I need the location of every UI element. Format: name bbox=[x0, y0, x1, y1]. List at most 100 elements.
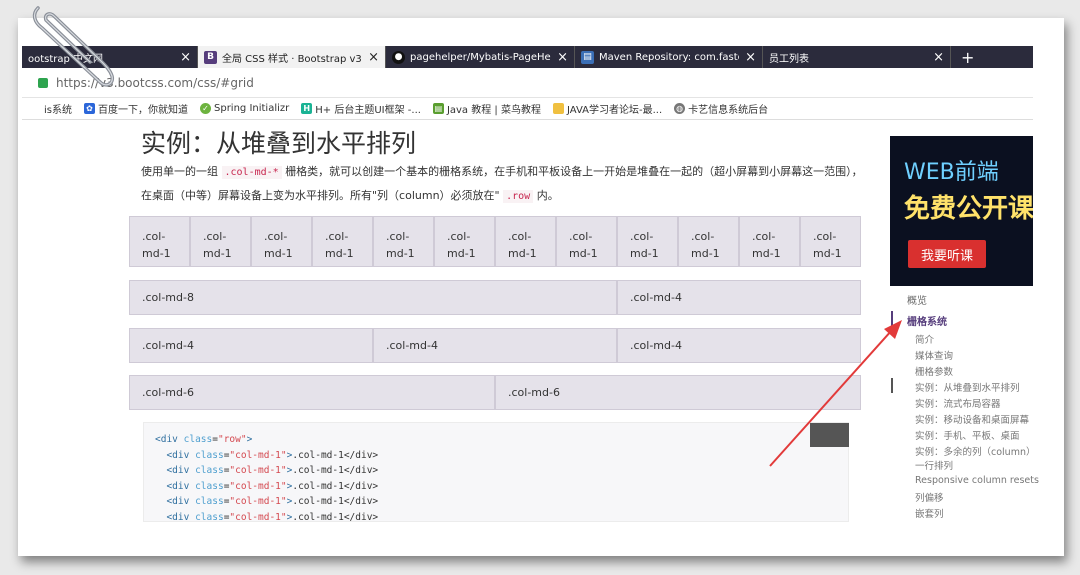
bookmark-item[interactable]: ◍ 卡艺信息系统后台 bbox=[674, 101, 768, 116]
code-line: <div class="col-md-1">.col-md-1</div> bbox=[166, 496, 379, 508]
code-line: <div class="col-md-1">.col-md-1</div> bbox=[166, 449, 379, 461]
code-attr: class bbox=[195, 496, 224, 508]
bookmark-item[interactable]: JAVA学习者论坛-最... bbox=[552, 101, 663, 116]
sidenav-subitem[interactable]: 一行排列 bbox=[915, 458, 953, 472]
grid-cell: .col-md-4 bbox=[373, 328, 617, 363]
grid-cell: .col-md-4 bbox=[617, 280, 861, 315]
close-icon[interactable]: × bbox=[557, 50, 568, 65]
address-bar[interactable]: https://v3.bootcss.com/css/#grid bbox=[22, 68, 1033, 98]
grid-row-6-6: .col-md-6 .col-md-6 bbox=[129, 375, 861, 410]
code-line: <div class="col-md-1">.col-md-1</div> bbox=[166, 465, 379, 477]
grid-row-4-4-4: .col-md-4 .col-md-4 .col-md-4 bbox=[129, 328, 861, 363]
baidu-icon: ✿ bbox=[84, 103, 95, 114]
grid-cell: .col-md-6 bbox=[495, 375, 861, 410]
grid-cell: .col-md-1 bbox=[617, 216, 678, 267]
code-attr: class bbox=[195, 511, 224, 522]
tab-employee-list[interactable]: 员工列表 × bbox=[763, 46, 951, 68]
code-string: "col-md-1" bbox=[229, 465, 287, 477]
bookmark-item[interactable]: H H+ 后台主题UI框架 -... bbox=[301, 101, 421, 116]
bookmark-item[interactable]: ▤ Java 教程 | 菜鸟教程 bbox=[432, 101, 541, 116]
sidenav-item-overview[interactable]: 概览 bbox=[907, 292, 927, 307]
bookmark-label: 百度一下，你就知道 bbox=[98, 105, 188, 116]
copy-button[interactable] bbox=[810, 423, 849, 447]
grid-cell: .col-md-1 bbox=[251, 216, 312, 267]
close-icon[interactable]: × bbox=[368, 50, 379, 65]
sidenav-subitem[interactable]: 实例：移动设备和桌面屏幕 bbox=[915, 412, 1029, 426]
hplus-icon: H bbox=[301, 103, 313, 114]
page-title: 实例：从堆叠到水平排列 bbox=[141, 129, 417, 158]
sidenav-current-marker bbox=[891, 378, 893, 393]
paperclip-icon bbox=[32, 6, 115, 87]
inline-code: .row bbox=[503, 190, 534, 203]
code-text: .col-md-1</div> bbox=[292, 449, 379, 461]
code-attr: class bbox=[183, 434, 213, 445]
bookmarks-bar: is系统 ✿ 百度一下，你就知道 ✓ Spring Initializr H H… bbox=[22, 98, 1033, 120]
sidenav-subitem[interactable]: 栅格参数 bbox=[915, 364, 953, 378]
close-icon[interactable]: × bbox=[180, 50, 191, 65]
desc-text: 内。 bbox=[536, 189, 559, 202]
folder-icon bbox=[552, 103, 564, 114]
tab-label: pagehelper/Mybatis-PageHe bbox=[410, 51, 551, 63]
code-string: "row" bbox=[217, 434, 247, 445]
sidenav-subitem[interactable]: 实例：流式布局容器 bbox=[915, 396, 1001, 410]
inline-code: .col-md-* bbox=[221, 166, 282, 179]
tab-label: 员工列表 bbox=[769, 53, 809, 65]
sidenav-subitem[interactable]: Responsive column resets bbox=[915, 475, 1039, 486]
tab-github-pagehelper[interactable]: ● pagehelper/Mybatis-PageHe × bbox=[386, 46, 575, 68]
bookmark-item[interactable]: ✿ 百度一下，你就知道 bbox=[84, 101, 188, 116]
grid-cell: .col-md-4 bbox=[617, 328, 861, 363]
ad-button[interactable]: 我要听课 bbox=[908, 240, 986, 268]
grid-cell: .col-md-6 bbox=[129, 375, 495, 410]
code-tag: <div bbox=[166, 465, 190, 477]
browser-tab-bar: ootstrap 中文网 × B 全局 CSS 样式 · Bootstrap v… bbox=[22, 46, 1033, 68]
sidenav-subitem[interactable]: 简介 bbox=[915, 332, 934, 346]
close-icon[interactable]: × bbox=[933, 50, 944, 65]
tab-bootstrap-css[interactable]: B 全局 CSS 样式 · Bootstrap v3 中 × bbox=[198, 46, 386, 68]
code-tag: <div bbox=[166, 496, 190, 508]
code-line: <div class="col-md-1">.col-md-1</div> bbox=[166, 511, 379, 522]
sidenav-subitem[interactable]: 列偏移 bbox=[915, 490, 944, 504]
sidenav-subitem[interactable]: 实例：手机、平板、桌面 bbox=[915, 428, 1020, 442]
tab-label: Maven Repository: com.faste bbox=[599, 51, 740, 63]
sidenav-subitem-current[interactable]: 实例：从堆叠到水平排列 bbox=[915, 380, 1020, 394]
ad-subheadline: 免费公开课 bbox=[904, 194, 1033, 224]
tab-label: 全局 CSS 样式 · Bootstrap v3 中 bbox=[222, 53, 363, 65]
bookmark-label: is系统 bbox=[44, 105, 72, 116]
bookmark-label: JAVA学习者论坛-最... bbox=[566, 105, 663, 116]
grid-cell: .col-md-8 bbox=[129, 280, 617, 315]
grid-cell: .col-md-1 bbox=[373, 216, 434, 267]
spring-icon: ✓ bbox=[200, 103, 211, 114]
bookmark-item[interactable]: is系统 bbox=[44, 101, 72, 116]
sidenav-active-marker bbox=[891, 311, 893, 329]
tab-maven-repository[interactable]: ▤ Maven Repository: com.faste × bbox=[575, 46, 763, 68]
code-string: "col-md-1" bbox=[229, 496, 287, 508]
sidenav-subitem[interactable]: 嵌套列 bbox=[915, 506, 944, 520]
grid-row-col-md-1: .col-md-1 .col-md-1 .col-md-1 .col-md-1 … bbox=[129, 216, 861, 267]
bookmark-item[interactable]: ✓ Spring Initializr bbox=[200, 103, 289, 114]
sidenav-subitem[interactable]: 实例：多余的列（column） bbox=[915, 444, 1035, 458]
ad-headline: WEB前端 bbox=[904, 160, 999, 185]
code-attr: class bbox=[195, 449, 224, 461]
code-line: <div class="row"> bbox=[155, 434, 253, 445]
grid-cell: .col-md-4 bbox=[129, 328, 373, 363]
grid-cell: .col-md-1 bbox=[556, 216, 617, 267]
runoob-icon: ▤ bbox=[432, 103, 444, 114]
grid-cell: .col-md-1 bbox=[495, 216, 556, 267]
code-text: .col-md-1</div> bbox=[292, 465, 379, 477]
desc-text: 使用单一的一组 bbox=[141, 165, 218, 178]
bookmark-label: Spring Initializr bbox=[214, 103, 290, 114]
code-string: "col-md-1" bbox=[229, 480, 287, 492]
github-icon: ● bbox=[392, 50, 405, 64]
bookmark-label: H+ 后台主题UI框架 -... bbox=[315, 105, 421, 116]
sidenav-subitem[interactable]: 媒体查询 bbox=[915, 348, 953, 362]
bookmark-label: 卡艺信息系统后台 bbox=[688, 105, 769, 116]
sidenav-item-grid[interactable]: 栅格系统 bbox=[907, 313, 947, 328]
ad-banner[interactable]: WEB前端 免费公开课 我要听课 bbox=[890, 136, 1033, 286]
close-icon[interactable]: × bbox=[745, 50, 756, 65]
code-attr: class bbox=[195, 480, 224, 492]
code-string: "col-md-1" bbox=[229, 511, 287, 522]
bootstrap-icon: B bbox=[204, 50, 217, 64]
section-description: 使用单一的一组 .col-md-* 栅格类，就可以创建一个基本的栅格系统，在手机… bbox=[141, 160, 871, 208]
new-tab-button[interactable]: + bbox=[951, 46, 984, 68]
code-attr: class bbox=[195, 465, 224, 477]
